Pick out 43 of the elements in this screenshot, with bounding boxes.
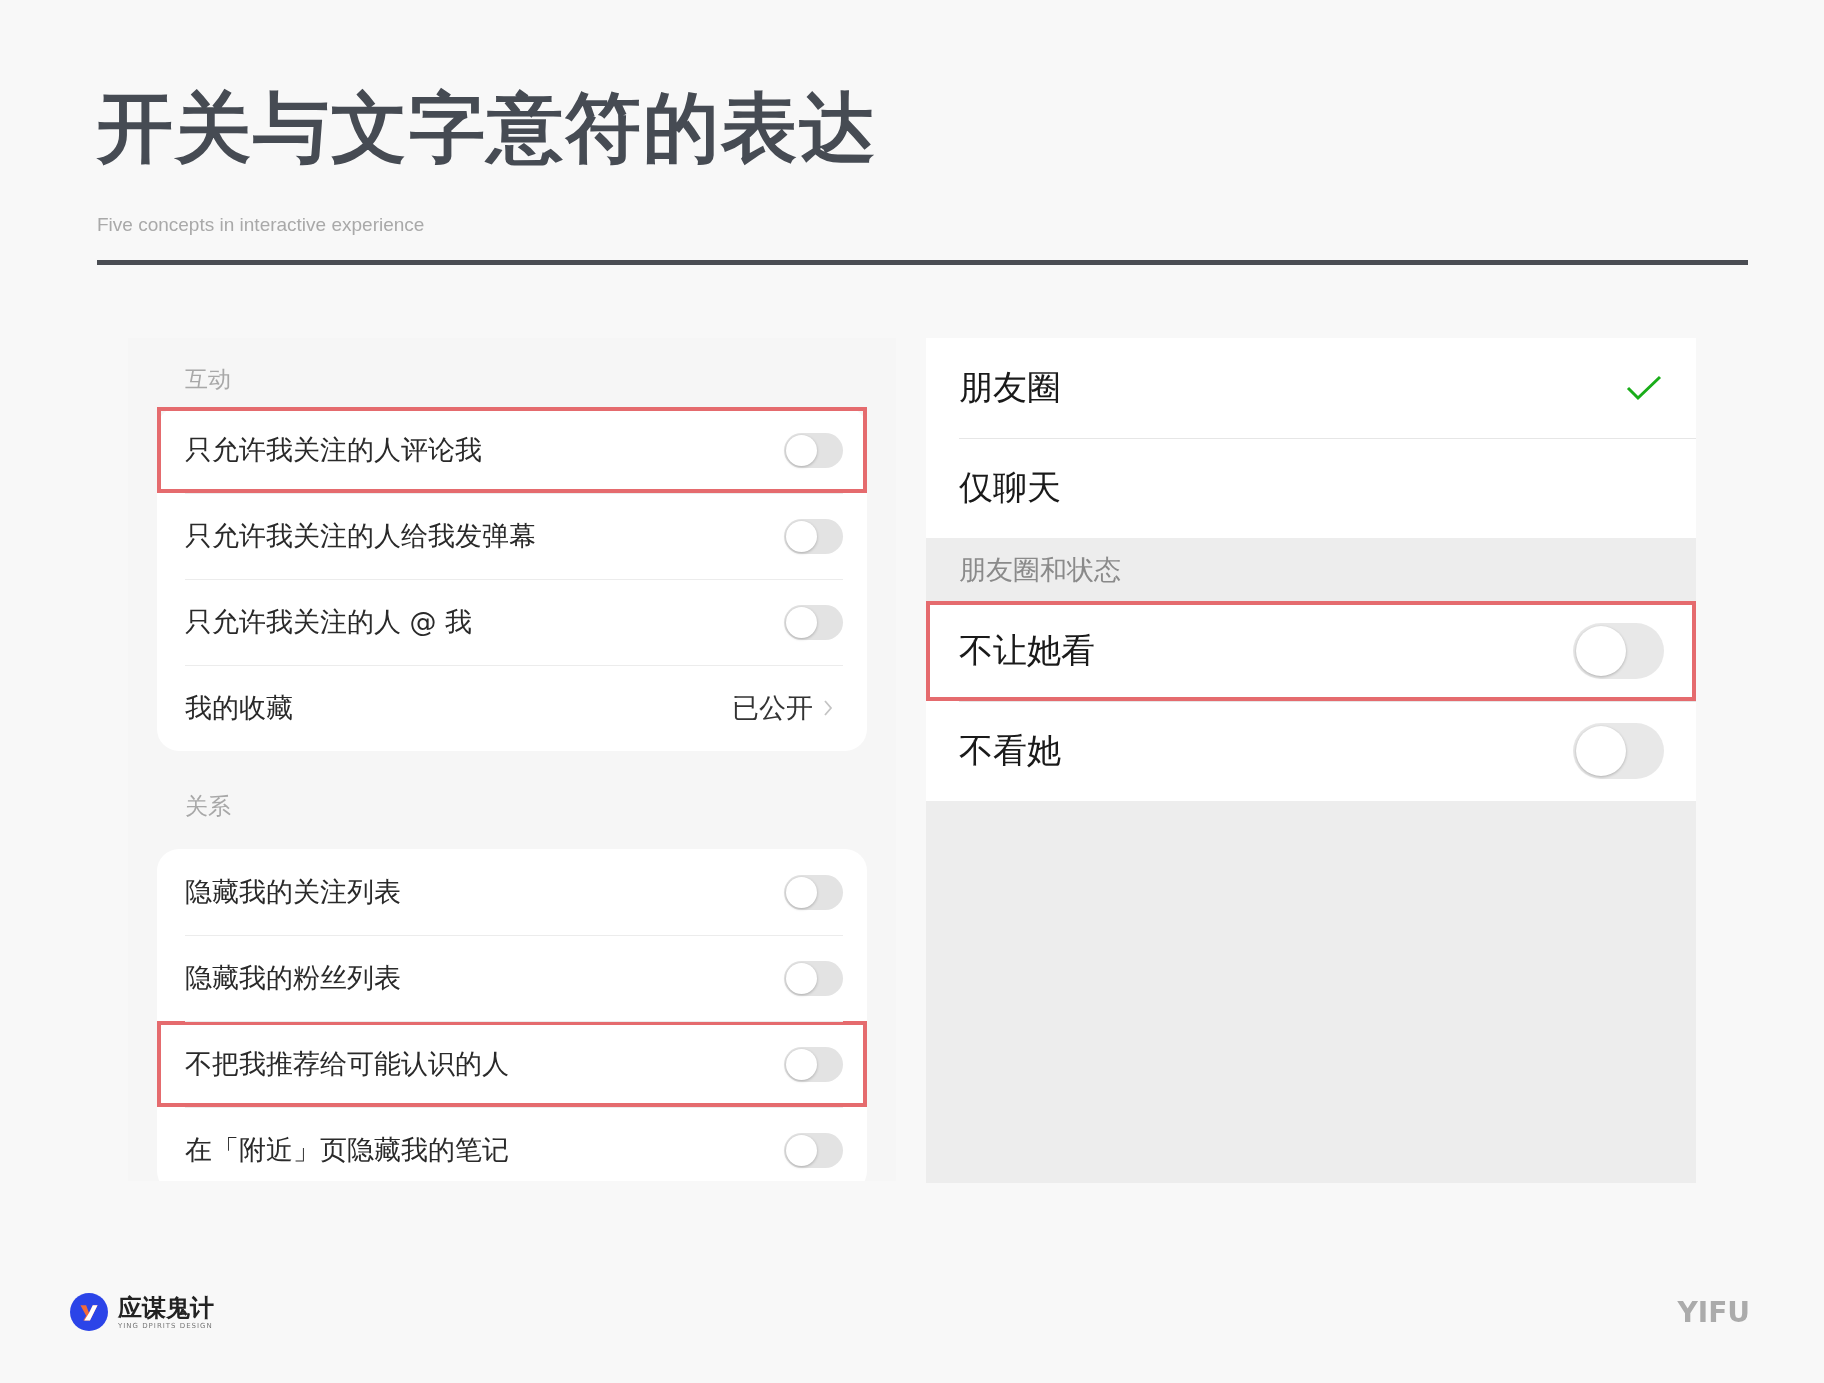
row-label: 只允许我关注的人 @ 我 [185, 605, 474, 639]
brand-name: 应谋鬼计 [118, 1294, 214, 1322]
settings-row[interactable]: 隐藏我的粉丝列表 [157, 935, 867, 1021]
settings-row[interactable]: 只允许我关注的人评论我 [157, 407, 867, 493]
toggle-switch[interactable] [784, 432, 843, 468]
toggle-switch[interactable] [1573, 623, 1664, 679]
settings-row[interactable]: 不让她看 [926, 601, 1696, 701]
row-label: 只允许我关注的人评论我 [185, 433, 483, 467]
row-label: 在「附近」页隐藏我的笔记 [185, 1133, 510, 1167]
toggle-switch[interactable] [784, 604, 843, 640]
toggle-switch[interactable] [784, 960, 843, 996]
settings-row[interactable]: 在「附近」页隐藏我的笔记 [157, 1107, 867, 1181]
settings-row[interactable]: 只允许我关注的人 @ 我 [157, 579, 867, 665]
toggle-switch[interactable] [784, 1046, 843, 1082]
row-label: 我的收藏 [185, 691, 294, 725]
logo-icon [70, 1293, 108, 1331]
toggle-switch[interactable] [1573, 723, 1664, 779]
section-label: 朋友圈和状态 [958, 553, 1122, 587]
section-label: 关系 [184, 792, 232, 821]
settings-row[interactable]: 隐藏我的关注列表 [157, 849, 867, 935]
author-mark: YIFU [1677, 1295, 1750, 1329]
row-label: 仅聊天 [959, 466, 1062, 509]
row-label: 朋友圈 [959, 366, 1062, 409]
row-value: 已公开 [732, 691, 813, 725]
row-label: 不把我推荐给可能认识的人 [185, 1047, 510, 1081]
option-row[interactable]: 朋友圈 [926, 338, 1696, 438]
option-row[interactable]: 仅聊天 [926, 438, 1696, 538]
row-label: 隐藏我的粉丝列表 [185, 961, 402, 995]
settings-row[interactable]: 不看她 [926, 701, 1696, 801]
settings-row[interactable]: 我的收藏 已公开 [157, 665, 867, 751]
settings-row[interactable]: 不把我推荐给可能认识的人 [157, 1021, 867, 1107]
row-label: 不让她看 [959, 629, 1096, 672]
toggle-switch[interactable] [784, 518, 843, 554]
slide-title: 开关与文字意符的表达 [97, 82, 878, 174]
row-label: 只允许我关注的人给我发弹幕 [185, 519, 537, 553]
settings-row[interactable]: 只允许我关注的人给我发弹幕 [157, 493, 867, 579]
row-label: 不看她 [959, 729, 1062, 772]
slide-subtitle: Five concepts in interactive experience [97, 214, 426, 236]
section-label: 互动 [184, 365, 232, 394]
chevron-right-icon [823, 699, 833, 717]
toggle-switch[interactable] [784, 1132, 843, 1168]
toggle-switch[interactable] [784, 874, 843, 910]
row-label: 隐藏我的关注列表 [185, 875, 402, 909]
